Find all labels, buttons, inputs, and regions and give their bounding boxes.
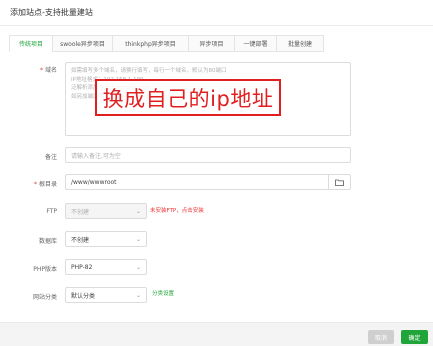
note-label: 备注 (44, 154, 57, 161)
root-value: /www/wwwroot (71, 178, 117, 186)
chevron-down-icon: ⌄ (135, 235, 141, 243)
folder-icon (335, 179, 344, 186)
database-select-value: 不创建 (71, 236, 90, 244)
cancel-button[interactable]: 取消 (368, 330, 394, 344)
ip-annotation-box: 换成自己的ip地址 (95, 79, 281, 116)
category-settings-link[interactable]: 分类设置 (152, 289, 174, 297)
php-version-select[interactable]: PHP-82 ⌄ (65, 259, 147, 275)
root-label: * 根目录 (7, 179, 57, 188)
chevron-down-icon: ⌄ (135, 291, 141, 299)
folder-browse-button[interactable] (329, 174, 351, 190)
root-label-text: 根目录 (38, 181, 57, 188)
ftp-select-value: 不创建 (71, 208, 90, 216)
tab-swoole-async[interactable]: swoole异步项目 (52, 35, 112, 52)
tab-one-click-deploy[interactable]: 一键部署 (234, 35, 276, 52)
domain-label-text: 域名 (44, 67, 57, 74)
tab-batch-create[interactable]: 批量创建 (276, 35, 324, 52)
database-select[interactable]: 不创建 ⌄ (65, 231, 147, 247)
php-version-label: PHP版本 (33, 266, 57, 273)
chevron-down-icon: ⌄ (135, 207, 141, 215)
ftp-label: FTP (46, 208, 57, 215)
tab-async-project[interactable]: 异步项目 (188, 35, 234, 52)
domain-placeholder-line: 如需填写多个域名，请换行填写，每行一个域名，默认为80端口 (71, 68, 227, 74)
chevron-down-icon: ⌄ (135, 263, 141, 271)
confirm-button[interactable]: 确定 (401, 330, 428, 344)
required-mark: * (33, 181, 37, 188)
database-label: 数据库 (38, 238, 57, 245)
note-placeholder: 请输入备注,可为空 (71, 152, 121, 160)
dialog-title: 添加站点-支持批量建站 (10, 8, 93, 17)
title-divider (0, 25, 433, 26)
php-version-select-value: PHP-82 (71, 263, 93, 271)
tab-traditional-project[interactable]: 传统项目 (9, 35, 52, 52)
root-input[interactable]: /www/wwwroot (65, 174, 329, 190)
tab-bar: 传统项目 swoole异步项目 thinkphp异步项目 异步项目 一键部署 批… (9, 35, 324, 52)
category-select[interactable]: 默认分类 ⌄ (65, 287, 147, 303)
ftp-install-link[interactable]: 未安装FTP，点击安装 (150, 206, 204, 214)
domain-label: * 域名 (7, 65, 57, 74)
required-mark: * (39, 67, 43, 74)
tab-thinkphp-async[interactable]: thinkphp异步项目 (112, 35, 188, 52)
category-label: 网站分类 (32, 294, 57, 301)
category-select-value: 默认分类 (71, 292, 96, 300)
ip-annotation-text: 换成自己的ip地址 (102, 86, 274, 111)
ftp-select[interactable]: 不创建 ⌄ (65, 203, 147, 219)
note-input[interactable]: 请输入备注,可为空 (65, 147, 351, 163)
